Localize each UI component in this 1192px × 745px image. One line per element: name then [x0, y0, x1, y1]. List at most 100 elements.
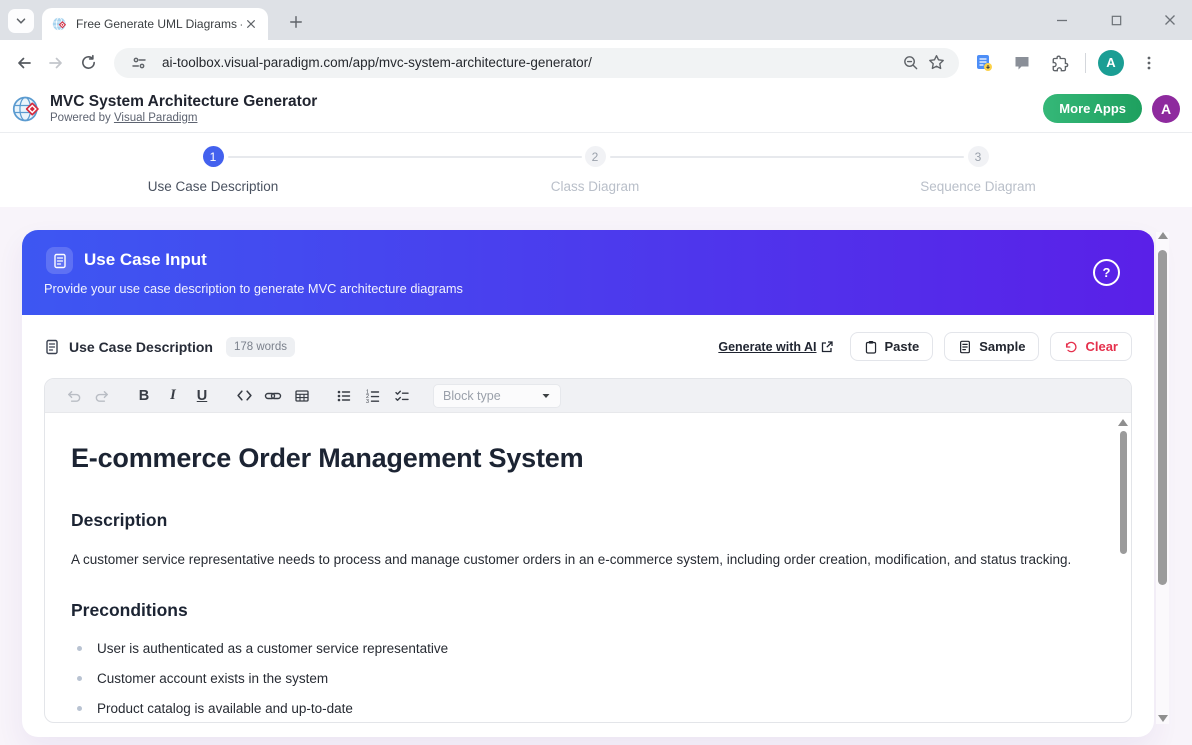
bullet-list-button[interactable] — [332, 384, 356, 408]
back-button[interactable] — [8, 47, 40, 79]
url-text[interactable]: ai-toolbox.visual-paradigm.com/app/mvc-s… — [162, 55, 897, 70]
bullet-dot — [77, 706, 82, 711]
minimize-button[interactable] — [1050, 8, 1074, 32]
clear-label: Clear — [1085, 339, 1118, 354]
block-type-placeholder: Block type — [443, 389, 541, 403]
link-button[interactable] — [261, 384, 285, 408]
editor-header-row: Use Case Description 178 words Generate … — [22, 315, 1154, 378]
section-actions: Generate with AI Paste Sample Clear — [718, 332, 1132, 361]
bold-button[interactable]: B — [132, 384, 156, 408]
bullet-list-icon — [336, 388, 352, 404]
more-apps-button[interactable]: More Apps — [1043, 94, 1142, 123]
editor-scrollbar-thumb[interactable] — [1120, 431, 1127, 554]
document-icon — [44, 339, 60, 355]
caret-down-icon — [541, 391, 551, 401]
kebab-menu-icon — [1141, 55, 1157, 71]
translate-download-button[interactable] — [971, 50, 997, 76]
powered-by-text: Powered by — [50, 112, 111, 124]
italic-button[interactable]: I — [161, 384, 185, 408]
table-button[interactable] — [290, 384, 314, 408]
tab-close-button[interactable] — [242, 15, 260, 33]
new-tab-button[interactable] — [284, 10, 308, 34]
visual-paradigm-logo — [12, 94, 42, 124]
block-type-select[interactable]: Block type — [433, 384, 561, 408]
redo-button[interactable] — [90, 384, 114, 408]
scroll-up-arrow[interactable] — [1158, 232, 1168, 239]
browser-tab[interactable]: Free Generate UML Diagrams - — [42, 8, 268, 40]
page-scrollbar[interactable] — [1156, 232, 1169, 724]
back-arrow-icon — [15, 54, 33, 72]
step-number: 1 — [203, 146, 224, 167]
numbered-list-button[interactable]: 123 — [361, 384, 385, 408]
underline-button[interactable]: U — [190, 384, 214, 408]
doc-heading-preconditions: Preconditions — [71, 600, 1085, 621]
extensions-button[interactable] — [1047, 50, 1073, 76]
url-bar[interactable]: ai-toolbox.visual-paradigm.com/app/mvc-s… — [114, 48, 959, 78]
undo-icon — [65, 387, 82, 404]
word-count-badge: 178 words — [226, 337, 295, 357]
external-link-icon — [821, 341, 833, 353]
step-class-diagram[interactable]: 2 Class Diagram — [485, 146, 705, 194]
site-settings-button[interactable] — [126, 50, 152, 76]
header-actions: More Apps A — [1043, 94, 1180, 123]
editor-content[interactable]: E-commerce Order Management System Descr… — [45, 413, 1131, 723]
feedback-button[interactable] — [1009, 50, 1035, 76]
doc-title: E-commerce Order Management System — [71, 443, 1085, 474]
app-avatar[interactable]: A — [1152, 95, 1180, 123]
reload-button[interactable] — [72, 47, 104, 79]
list-item: User is authenticated as a customer serv… — [71, 641, 1085, 656]
bold-icon: B — [139, 388, 149, 404]
step-use-case-description[interactable]: 1 Use Case Description — [103, 146, 323, 194]
browser-window: Free Generate UML Diagrams - — [0, 0, 1192, 745]
editor-scrollbar[interactable] — [1118, 419, 1128, 714]
tune-icon — [131, 55, 147, 71]
help-button[interactable]: ? — [1093, 259, 1120, 286]
numbered-list-icon: 123 — [365, 388, 381, 404]
browser-toolbar: ai-toolbox.visual-paradigm.com/app/mvc-s… — [0, 40, 1192, 85]
minimize-icon — [1055, 13, 1069, 27]
table-icon — [294, 388, 310, 404]
browser-profile-avatar[interactable]: A — [1098, 50, 1124, 76]
italic-icon: I — [170, 387, 176, 404]
main-content: Use Case Input Provide your use case des… — [0, 207, 1192, 745]
check-list-button[interactable] — [390, 384, 414, 408]
section-title: Use Case Description — [69, 339, 213, 355]
stepper: 1 Use Case Description 2 Class Diagram 3… — [0, 133, 1192, 207]
plus-icon — [289, 15, 303, 29]
visual-paradigm-favicon — [52, 16, 68, 32]
close-window-button[interactable] — [1158, 8, 1182, 32]
scroll-down-arrow[interactable] — [1158, 715, 1168, 722]
step-number: 3 — [968, 146, 989, 167]
use-case-input-banner: Use Case Input Provide your use case des… — [22, 230, 1154, 315]
step-label: Sequence Diagram — [868, 179, 1088, 194]
generate-with-ai-link[interactable]: Generate with AI — [718, 340, 832, 354]
maximize-button[interactable] — [1104, 8, 1128, 32]
app-header: MVC System Architecture Generator Powere… — [0, 85, 1192, 133]
check-list-icon — [394, 388, 410, 404]
page-scrollbar-thumb[interactable] — [1158, 250, 1167, 585]
paste-button[interactable]: Paste — [850, 332, 934, 361]
code-button[interactable] — [232, 384, 256, 408]
window-controls — [1050, 0, 1182, 40]
visual-paradigm-link[interactable]: Visual Paradigm — [114, 112, 198, 124]
tab-title: Free Generate UML Diagrams - — [76, 17, 242, 31]
undo-button[interactable] — [61, 384, 85, 408]
bookmark-button[interactable] — [923, 50, 949, 76]
browser-actions: A — [971, 50, 1162, 76]
doc-paragraph: A customer service representative needs … — [71, 552, 1085, 567]
doc-heading-description: Description — [71, 510, 1085, 531]
sample-button[interactable]: Sample — [944, 332, 1039, 361]
browser-menu-button[interactable] — [1136, 50, 1162, 76]
list-item-text: Product catalog is available and up-to-d… — [97, 701, 353, 716]
forward-button[interactable] — [40, 47, 72, 79]
tab-search-button[interactable] — [8, 9, 34, 33]
section-left: Use Case Description 178 words — [44, 337, 295, 357]
step-label: Class Diagram — [485, 179, 705, 194]
zoom-out-button[interactable] — [897, 50, 923, 76]
tab-strip: Free Generate UML Diagrams - — [0, 0, 1192, 40]
forward-arrow-icon — [47, 54, 65, 72]
step-sequence-diagram[interactable]: 3 Sequence Diagram — [868, 146, 1088, 194]
scroll-up-arrow[interactable] — [1118, 419, 1128, 426]
clear-button[interactable]: Clear — [1050, 332, 1132, 361]
list-item: Product catalog is available and up-to-d… — [71, 701, 1085, 716]
